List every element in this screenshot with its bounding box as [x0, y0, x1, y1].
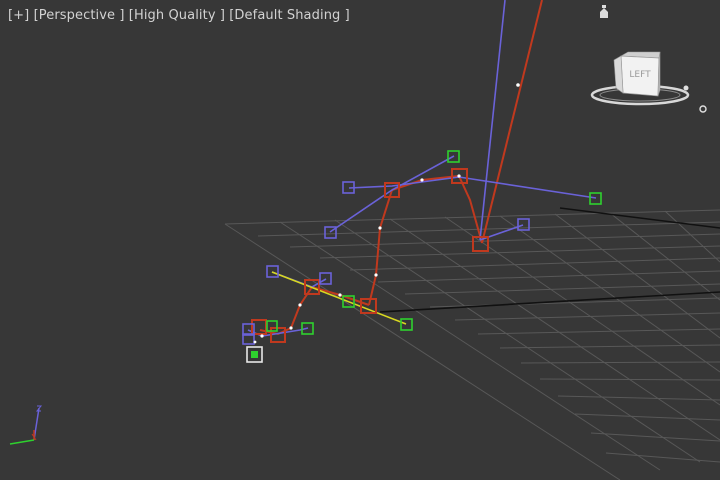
light-icon[interactable] [597, 5, 611, 19]
viewcube-icon[interactable]: LEFT [590, 48, 710, 120]
root-pivot-control[interactable] [246, 346, 263, 363]
viewport-shading-button[interactable]: [Default Shading ] [229, 8, 350, 23]
perspective-viewport[interactable]: [+] [Perspective ] [High Quality ] [Defa… [0, 0, 720, 480]
blue-controls-lines [247, 0, 597, 337]
red-controls [251, 168, 489, 343]
viewcube-box[interactable]: LEFT [613, 51, 661, 97]
viewport-label: [+] [Perspective ] [High Quality ] [Defa… [8, 8, 350, 23]
viewport-view-button[interactable]: [Perspective ] [34, 8, 125, 23]
yellow-ik-line [271, 271, 407, 325]
viewport-menu-button[interactable]: [+] [8, 8, 29, 23]
axis-triad-icon [9, 405, 43, 445]
viewport-quality-button[interactable]: [High Quality ] [129, 8, 225, 23]
viewcube-face-label: LEFT [629, 70, 651, 80]
bone-tail-upper [481, 0, 543, 244]
green-control-toe[interactable] [400, 318, 413, 331]
joint-dots [253, 83, 520, 344]
